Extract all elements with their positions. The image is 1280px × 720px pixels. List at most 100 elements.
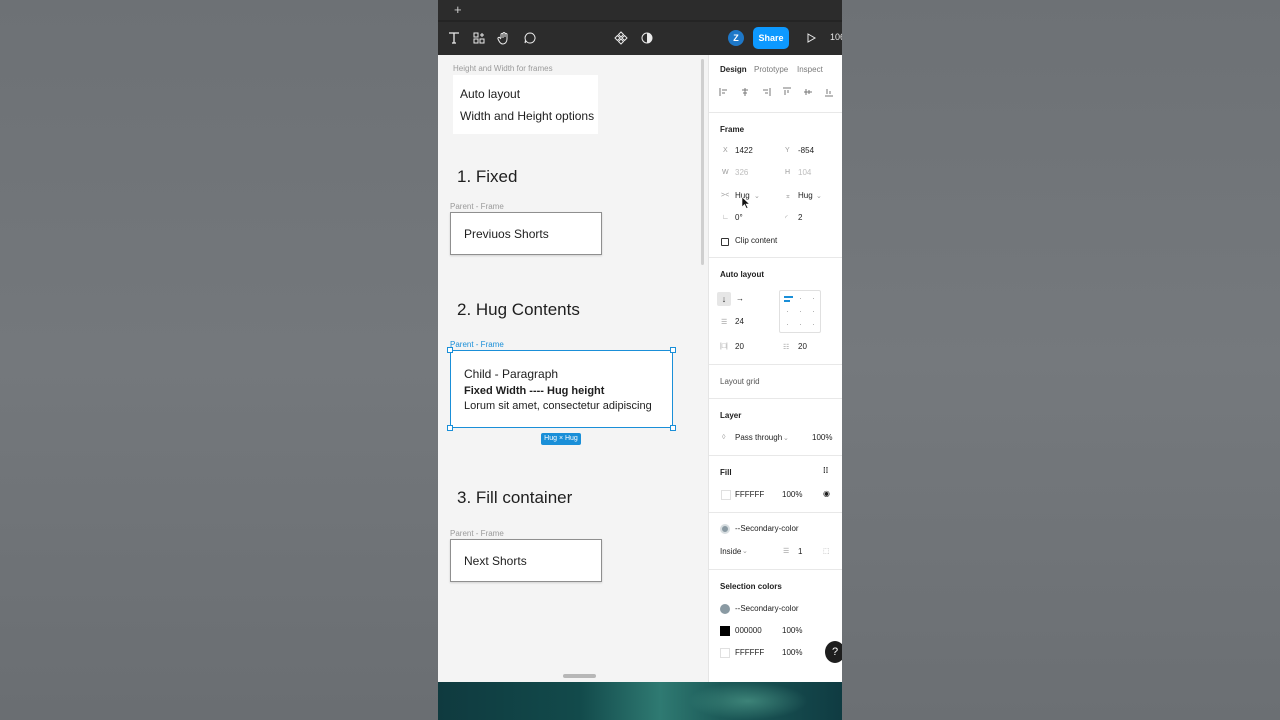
heading-fixed: 1. Fixed xyxy=(457,167,518,186)
help-button[interactable]: ? xyxy=(825,641,842,663)
comment-tool-icon[interactable] xyxy=(522,30,538,46)
alignment-grid-dot xyxy=(800,324,801,325)
corner-radius-input[interactable]: 2 xyxy=(798,213,802,222)
zoom-level[interactable]: 106 xyxy=(830,32,842,42)
align-center-h-icon[interactable] xyxy=(740,87,750,97)
secondary-color-swatch[interactable] xyxy=(720,604,730,614)
corner-radius-icon: ◜ xyxy=(785,215,788,222)
chevron-down-icon[interactable]: ⌄ xyxy=(783,434,789,442)
individual-strokes-icon[interactable]: ⬚ xyxy=(823,547,830,555)
layer-opacity-input[interactable]: 100% xyxy=(812,433,832,442)
vertical-padding-input[interactable]: 20 xyxy=(798,342,807,351)
next-shorts-frame[interactable]: Next Shorts xyxy=(450,539,602,582)
y-input[interactable]: -854 xyxy=(798,146,814,155)
vertical-resize-icon: ⌅ xyxy=(785,193,791,200)
chevron-down-icon[interactable]: ⌄ xyxy=(742,547,748,555)
canvas-scrollbar[interactable] xyxy=(701,59,704,265)
resize-handle-bottom-left[interactable] xyxy=(447,425,453,431)
contrast-icon[interactable] xyxy=(639,30,655,46)
rotation-input[interactable]: 0° xyxy=(735,213,743,222)
child-paragraph-title: Child - Paragraph xyxy=(464,367,559,381)
fill-hex-input[interactable]: FFFFFF xyxy=(735,490,764,499)
alignment-grid[interactable] xyxy=(779,290,821,333)
card-line-1: Auto layout xyxy=(460,87,521,101)
blend-mode-select[interactable]: Pass through xyxy=(735,433,782,442)
black-color-swatch[interactable] xyxy=(720,626,730,636)
home-indicator xyxy=(563,674,596,678)
resize-handle-top-left[interactable] xyxy=(447,347,453,353)
stroke-style-name[interactable]: --Secondary-color xyxy=(735,524,799,533)
hand-tool-icon[interactable] xyxy=(496,30,512,46)
selected-hug-frame[interactable]: Child - Paragraph Fixed Width ---- Hug h… xyxy=(450,350,673,428)
clip-content-checkbox[interactable] xyxy=(721,238,729,246)
eye-icon[interactable]: ◉ xyxy=(823,489,830,498)
component-icon[interactable] xyxy=(613,30,629,46)
horizontal-resize-icon: >< xyxy=(721,192,730,199)
height-mode-select[interactable]: Hug xyxy=(798,191,813,200)
frame-label-fixed: Parent - Frame xyxy=(450,202,504,211)
stroke-position-select[interactable]: Inside xyxy=(720,547,741,556)
selection-color-opacity[interactable]: 100% xyxy=(782,648,802,657)
alignment-grid-active xyxy=(784,296,793,298)
next-shorts-text: Next Shorts xyxy=(464,554,527,568)
layer-title: Layer xyxy=(720,411,742,420)
stroke-color-swatch[interactable] xyxy=(720,524,730,534)
design-canvas[interactable]: Height and Width for frames Auto layout … xyxy=(438,55,708,682)
align-bottom-icon[interactable] xyxy=(824,87,834,97)
share-button[interactable]: Share xyxy=(753,27,789,49)
direction-vertical-button[interactable]: ↓ xyxy=(717,292,731,306)
w-input[interactable]: 326 xyxy=(735,168,748,177)
align-left-icon[interactable] xyxy=(719,87,729,97)
white-color-swatch[interactable] xyxy=(720,648,730,658)
tab-prototype[interactable]: Prototype xyxy=(754,65,788,74)
align-center-v-icon[interactable] xyxy=(803,87,813,97)
align-top-icon[interactable] xyxy=(782,87,792,97)
selection-color-hex[interactable]: FFFFFF xyxy=(735,648,764,657)
vertical-padding-icon: ☷ xyxy=(783,344,790,351)
resources-icon[interactable] xyxy=(471,30,487,46)
divider xyxy=(709,257,842,258)
frame-section-title[interactable]: Frame xyxy=(720,125,744,134)
tab-bar: + xyxy=(438,0,842,20)
resize-handle-bottom-right[interactable] xyxy=(670,425,676,431)
alignment-grid-dot xyxy=(787,311,788,312)
figma-app-window: + Z Share 106 Height and Width for frame… xyxy=(438,0,842,720)
auto-layout-card[interactable]: Auto layout Width and Height options xyxy=(453,75,598,134)
align-right-icon[interactable] xyxy=(761,87,771,97)
child-paragraph-bold: Fixed Width ---- Hug height xyxy=(464,385,605,397)
frame-label-hug-selected[interactable]: Parent - Frame xyxy=(450,340,504,349)
rotation-icon: ∟ xyxy=(722,214,729,221)
selection-color-hex[interactable]: 000000 xyxy=(735,626,762,635)
selection-color-opacity[interactable]: 100% xyxy=(782,626,802,635)
alignment-grid-dot xyxy=(813,311,814,312)
tab-design[interactable]: Design xyxy=(720,65,747,74)
text-tool-icon[interactable] xyxy=(446,30,462,46)
new-tab-button[interactable]: + xyxy=(454,2,462,17)
chevron-down-icon[interactable]: ⌄ xyxy=(816,192,822,200)
layout-grid-title[interactable]: Layout grid xyxy=(720,377,760,386)
clip-content-label[interactable]: Clip content xyxy=(735,236,777,245)
user-avatar[interactable]: Z xyxy=(728,30,744,46)
chevron-down-icon[interactable]: ⌄ xyxy=(754,192,760,200)
fill-color-swatch[interactable] xyxy=(721,490,731,500)
fill-opacity-input[interactable]: 100% xyxy=(782,490,802,499)
size-badge: Hug × Hug xyxy=(541,433,581,445)
tab-inspect[interactable]: Inspect xyxy=(797,65,823,74)
direction-horizontal-button[interactable]: → xyxy=(736,294,744,303)
canvas-top-label: Height and Width for frames xyxy=(453,64,553,73)
selection-color-name[interactable]: --Secondary-color xyxy=(735,604,799,613)
stroke-weight-input[interactable]: 1 xyxy=(798,547,802,556)
style-grid-icon[interactable]: ⁞⁞ xyxy=(823,466,828,475)
present-play-icon[interactable] xyxy=(804,31,818,45)
previous-shorts-frame[interactable]: Previuos Shorts xyxy=(450,212,602,255)
h-input[interactable]: 104 xyxy=(798,168,811,177)
mouse-cursor-icon xyxy=(742,197,750,209)
alignment-grid-dot xyxy=(800,298,801,299)
alignment-grid-dot xyxy=(813,298,814,299)
fill-title: Fill xyxy=(720,468,732,477)
resize-handle-top-right[interactable] xyxy=(670,347,676,353)
spacing-input[interactable]: 24 xyxy=(735,317,744,326)
horizontal-padding-input[interactable]: 20 xyxy=(735,342,744,351)
heading-fill-container: 3. Fill container xyxy=(457,488,573,507)
x-input[interactable]: 1422 xyxy=(735,146,753,155)
